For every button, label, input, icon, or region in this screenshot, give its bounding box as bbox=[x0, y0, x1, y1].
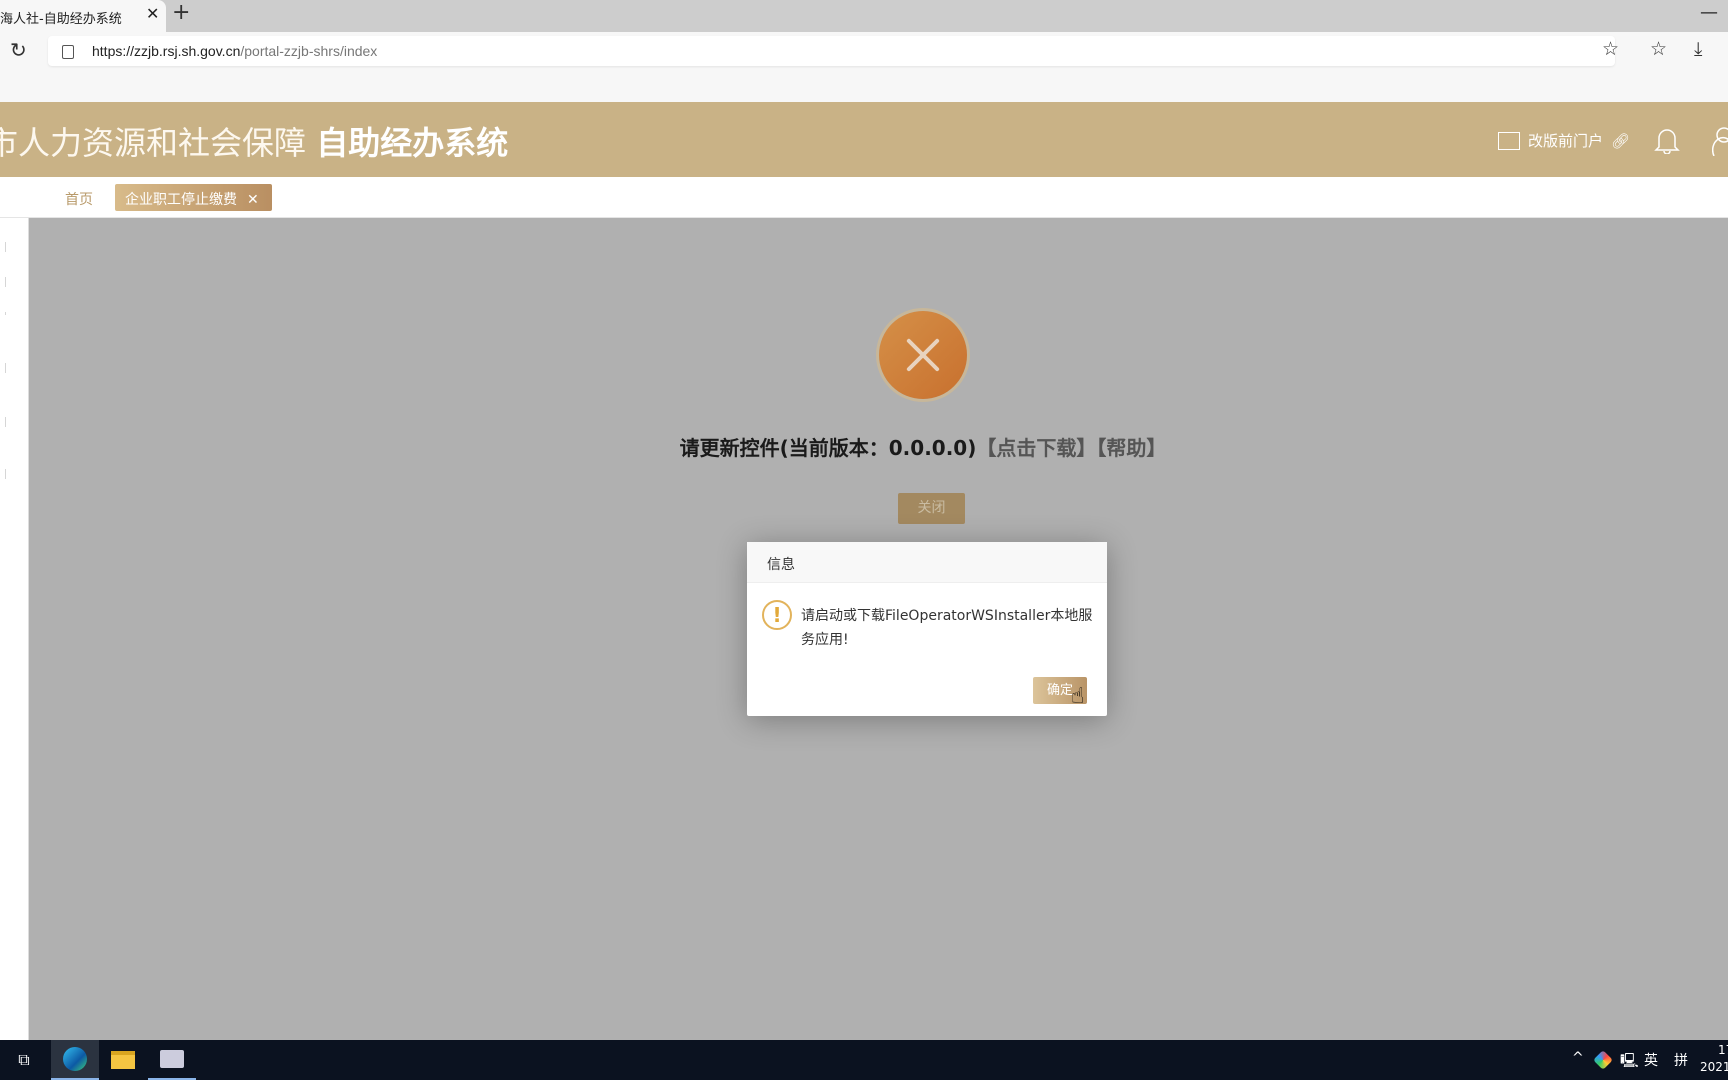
taskbar bbox=[0, 1040, 1728, 1080]
warning-icon: ! bbox=[762, 600, 792, 630]
version-text: 请更新控件(当前版本：0.0.0.0) bbox=[679, 436, 977, 460]
dialog-title: 信息 bbox=[747, 542, 1107, 583]
clock-time[interactable]: 17 bbox=[1718, 1043, 1728, 1057]
browser-tab[interactable]: 海人社-自助经办系统 bbox=[0, 0, 166, 32]
lock-icon[interactable] bbox=[62, 45, 74, 59]
user-icon[interactable] bbox=[1712, 126, 1728, 156]
monitor-icon bbox=[1498, 131, 1520, 150]
download-link[interactable]: 【点击下载】 bbox=[976, 436, 1096, 460]
sidebar-item[interactable] bbox=[0, 469, 6, 479]
sidebar-item[interactable] bbox=[0, 363, 6, 373]
tab-label: 企业职工停止缴费 bbox=[125, 192, 237, 208]
network-icon[interactable]: 🖳︎ bbox=[1620, 1050, 1639, 1074]
tab-title: 海人社-自助经办系统 bbox=[0, 12, 122, 27]
add-favorite-icon[interactable]: ☆ bbox=[1602, 38, 1619, 60]
dialog-message: 请启动或下载FileOperatorWSInstaller本地服务应用! bbox=[801, 608, 1093, 648]
sidebar-item[interactable] bbox=[0, 277, 6, 287]
site-title: 市人力资源和社会保障 自助经办系统 bbox=[0, 124, 509, 162]
bell-icon[interactable] bbox=[1654, 126, 1680, 154]
ime-mode[interactable]: 拼 bbox=[1674, 1050, 1688, 1070]
url-text[interactable]: https://zzjb.rsj.sh.gov.cn/portal-zzjb-s… bbox=[92, 43, 377, 59]
help-link[interactable]: 【帮助】 bbox=[1096, 436, 1166, 460]
tab-home[interactable]: 首页 bbox=[65, 189, 93, 209]
minimize-icon[interactable]: — bbox=[1700, 2, 1718, 23]
browser-tab-strip bbox=[0, 0, 1728, 32]
error-x-icon bbox=[879, 311, 967, 399]
clock-date[interactable]: 2021 bbox=[1700, 1060, 1728, 1074]
sidebar-item[interactable] bbox=[0, 417, 6, 427]
app-monitor-icon[interactable] bbox=[148, 1040, 196, 1080]
file-explorer-icon[interactable] bbox=[99, 1040, 147, 1080]
update-control-message: 请更新控件(当前版本：0.0.0.0)【点击下载】【帮助】 bbox=[0, 432, 1728, 461]
sidebar-item[interactable] bbox=[0, 242, 6, 252]
tray-chevron-icon[interactable]: ^ bbox=[1572, 1050, 1584, 1066]
link-icon: 🔗︎ bbox=[1611, 131, 1631, 150]
sidebar bbox=[0, 218, 29, 1040]
task-view-icon[interactable]: ⧉ bbox=[0, 1040, 48, 1080]
tab-stop-payment[interactable]: 企业职工停止缴费 ✕ bbox=[115, 184, 272, 211]
close-tab-icon[interactable]: ✕ bbox=[247, 192, 259, 208]
old-portal-link[interactable]: 改版前门户 🔗︎ bbox=[1498, 130, 1630, 151]
new-tab-icon[interactable]: + bbox=[172, 0, 190, 25]
sidebar-item[interactable] bbox=[0, 312, 6, 315]
close-button[interactable]: 关闭 bbox=[898, 493, 965, 524]
favorites-icon[interactable]: ☆ bbox=[1650, 38, 1667, 60]
info-dialog: 信息 ! 请启动或下载FileOperatorWSInstaller本地服务应用… bbox=[747, 542, 1107, 716]
portal-link-label: 改版前门户 bbox=[1528, 132, 1604, 150]
close-tab-icon[interactable]: ✕ bbox=[146, 4, 159, 23]
reload-icon[interactable]: ↻ bbox=[10, 38, 27, 62]
download-icon[interactable]: ⤓ bbox=[1694, 38, 1702, 60]
ime-language[interactable]: 英 bbox=[1644, 1050, 1658, 1070]
edge-icon[interactable] bbox=[51, 1040, 99, 1080]
hand-cursor-icon: ☝︎ bbox=[1071, 684, 1085, 709]
